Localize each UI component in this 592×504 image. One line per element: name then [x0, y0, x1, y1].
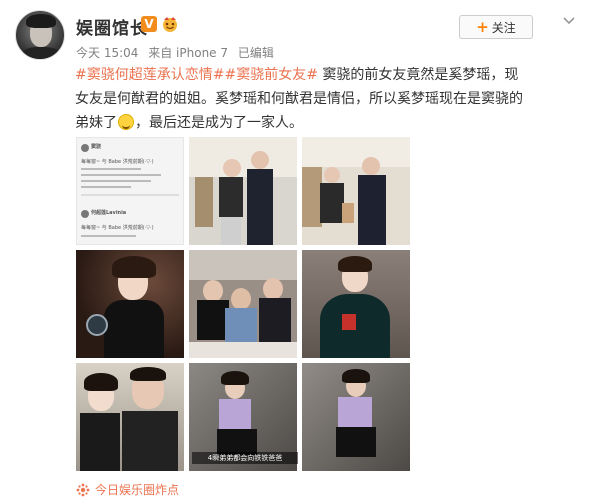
crowd-badge-icon [163, 17, 177, 32]
post-source: 来自 iPhone 7 [148, 46, 229, 60]
username[interactable]: 娱圈馆长 [76, 14, 148, 39]
topic-link[interactable]: 今日娱乐圈炸点 [76, 481, 179, 498]
mini-username: 窦骁 [91, 144, 102, 150]
mini-username: 何超莲Lavinia [91, 210, 127, 216]
image-thumbnail[interactable] [189, 137, 297, 245]
mini-post-text: 每每窗~ 与 Babe 洪荒前期(·▽·) [81, 159, 154, 165]
weibo-post-card: 娱圈馆长 V 今天 15:04 来自 iPhone 7 已编辑 + 关注 #窦骁… [0, 0, 592, 504]
plus-icon: + [476, 17, 489, 36]
image-thumbnail[interactable] [76, 363, 184, 471]
image-thumbnail[interactable] [302, 363, 410, 471]
image-thumbnail[interactable] [189, 250, 297, 358]
post-text: #窦骁何超莲承认恋情##窦骁前女友# 窦骁的前女友竟然是奚梦瑶，现女友是何猷君的… [75, 63, 525, 135]
image-thumbnail[interactable] [302, 250, 410, 358]
image-caption: 4瞬弟弟都会向铁铁爸爸 [192, 452, 298, 464]
hashtag-link[interactable]: #窦骁何超莲承认恋情# [75, 67, 224, 83]
image-thumbnail[interactable] [302, 137, 410, 245]
follow-label: 关注 [491, 20, 516, 35]
edited-label[interactable]: 已编辑 [238, 46, 274, 60]
post-meta: 今天 15:04 来自 iPhone 7 已编辑 [76, 44, 280, 61]
mini-post-text: 每每窗~ 与 Babe 洪荒前期(·▽·) [81, 225, 154, 231]
post-time[interactable]: 今天 15:04 [76, 46, 138, 60]
verified-badge-icon: V [141, 16, 157, 32]
explosion-icon [76, 483, 90, 496]
image-thumbnail[interactable] [76, 250, 184, 358]
image-thumbnail[interactable]: 窦骁 每每窗~ 与 Babe 洪荒前期(·▽·) 何超莲Lavinia 每每窗~… [76, 137, 184, 245]
follow-button[interactable]: + 关注 [459, 15, 533, 39]
topic-label: 今日娱乐圈炸点 [95, 483, 180, 497]
chevron-down-icon[interactable] [561, 12, 577, 28]
laughing-emoji-icon [118, 114, 134, 130]
user-avatar[interactable] [15, 10, 65, 60]
hashtag-link[interactable]: #窦骁前女友# [224, 67, 317, 83]
post-body-text-end: ，最后还是成为了一家人。 [135, 115, 303, 131]
